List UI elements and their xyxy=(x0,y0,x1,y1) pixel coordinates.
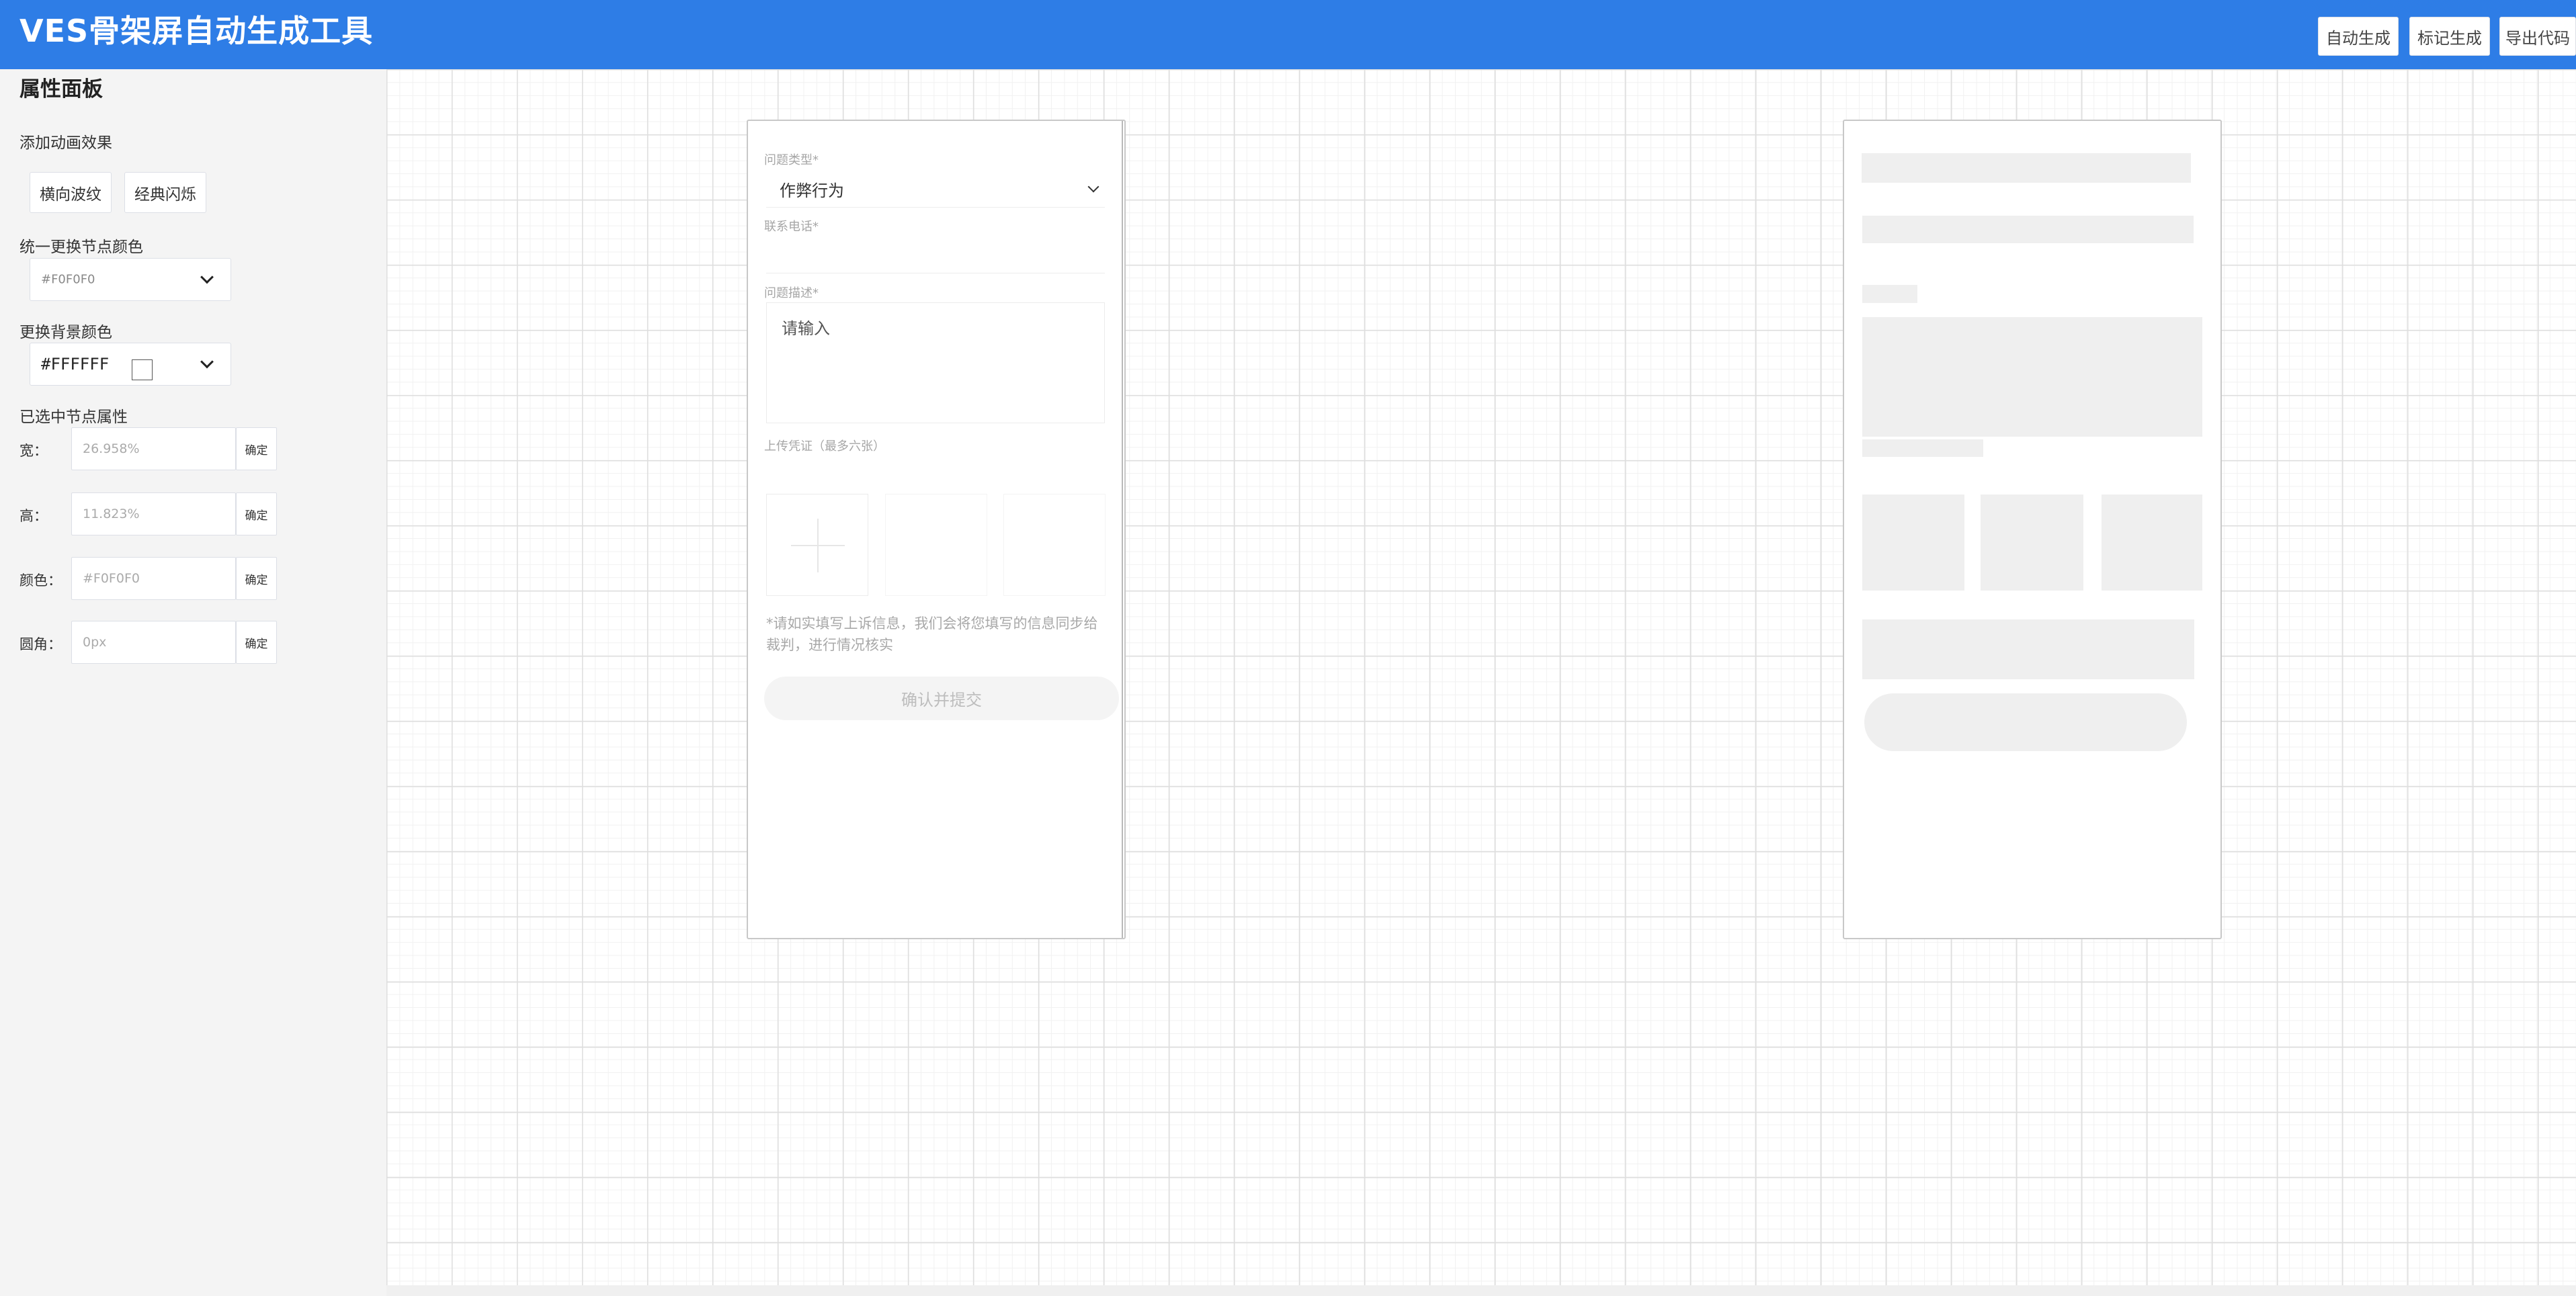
skeleton-block[interactable] xyxy=(1862,494,1964,591)
bg-color-select[interactable]: #FFFFFF xyxy=(30,343,231,386)
node-color-select[interactable]: #F0F0F0 xyxy=(30,258,231,301)
desc-placeholder: 请输入 xyxy=(782,319,830,338)
horizontal-ripple-button[interactable]: 横向波纹 xyxy=(30,172,112,213)
skeleton-block[interactable] xyxy=(1862,216,2194,243)
color-input[interactable]: #F0F0F0 xyxy=(71,557,236,600)
skeleton-block[interactable] xyxy=(1862,439,1983,457)
mark-generate-button[interactable]: 标记生成 xyxy=(2409,17,2490,56)
divider xyxy=(766,207,1105,208)
upload-label: 上传凭证（最多六张） xyxy=(764,439,885,453)
color-confirm-button[interactable]: 确定 xyxy=(236,557,277,600)
skeleton-block[interactable] xyxy=(1862,619,2194,679)
panel-title: 属性面板 xyxy=(19,77,103,101)
skeleton-block[interactable] xyxy=(1981,494,2083,591)
chevron-down-icon xyxy=(200,270,214,284)
color-value: #F0F0F0 xyxy=(83,571,140,586)
problem-type-label: 问题类型* xyxy=(764,153,819,167)
plus-icon xyxy=(817,519,819,572)
problem-type-select[interactable]: 作弊行为 xyxy=(780,177,844,201)
upload-add-button[interactable] xyxy=(766,494,868,596)
problem-desc-label: 问题描述* xyxy=(764,286,819,300)
submit-button[interactable]: 确认并提交 xyxy=(764,677,1119,720)
radius-value: 0px xyxy=(83,635,107,650)
skeleton-preview[interactable] xyxy=(1843,120,2222,939)
bg-color-label: 更换背景颜色 xyxy=(19,324,112,341)
node-color-label: 统一更换节点颜色 xyxy=(19,239,143,256)
auto-generate-button[interactable]: 自动生成 xyxy=(2318,17,2399,56)
bg-color-value: #FFFFFF xyxy=(41,355,110,374)
radius-input[interactable]: 0px xyxy=(71,621,236,664)
app-title: VES骨架屏自动生成工具 xyxy=(19,13,374,49)
skeleton-block[interactable] xyxy=(1862,153,2191,183)
color-swatch xyxy=(132,359,153,380)
property-panel: 属性面板 添加动画效果 横向波纹 经典闪烁 统一更换节点颜色 #F0F0F0 更… xyxy=(0,69,386,1296)
selected-node-label: 已选中节点属性 xyxy=(19,408,128,426)
export-code-button[interactable]: 导出代码 xyxy=(2499,17,2576,56)
source-page-frame: 问题类型* 作弊行为 联系电话* 问题描述* 请输入 上传凭证（最多六张） *请… xyxy=(748,121,1123,938)
width-value: 26.958% xyxy=(83,441,140,456)
chevron-down-icon xyxy=(1087,181,1099,193)
radius-confirm-button[interactable]: 确定 xyxy=(236,621,277,664)
node-color-value: #F0F0F0 xyxy=(41,272,95,287)
app-header: VES骨架屏自动生成工具 自动生成 标记生成 导出代码 xyxy=(0,0,2576,69)
upload-slot xyxy=(1003,494,1106,596)
skeleton-block[interactable] xyxy=(1862,285,1917,303)
height-value: 11.823% xyxy=(83,507,140,521)
animation-label: 添加动画效果 xyxy=(19,134,112,152)
radius-label: 圆角： xyxy=(19,636,62,652)
width-label: 宽： xyxy=(19,443,48,459)
skeleton-button-block[interactable] xyxy=(1864,693,2187,751)
width-input[interactable]: 26.958% xyxy=(71,427,236,470)
problem-desc-textarea[interactable]: 请输入 xyxy=(766,302,1105,423)
width-confirm-button[interactable]: 确定 xyxy=(236,427,277,470)
canvas-scrollbar[interactable] xyxy=(386,1285,2576,1296)
height-confirm-button[interactable]: 确定 xyxy=(236,492,277,535)
grid-canvas[interactable] xyxy=(386,69,2576,1285)
classic-flash-button[interactable]: 经典闪烁 xyxy=(124,172,206,213)
color-label: 颜色： xyxy=(19,572,62,589)
form-note: *请如实填写上诉信息，我们会将您填写的信息同步给裁判，进行情况核实 xyxy=(766,615,1098,653)
upload-slot xyxy=(885,494,987,596)
height-input[interactable]: 11.823% xyxy=(71,492,236,535)
chevron-down-icon xyxy=(200,355,214,369)
skeleton-block[interactable] xyxy=(1862,317,2202,437)
contact-phone-label: 联系电话* xyxy=(764,220,819,234)
source-page-preview[interactable]: 问题类型* 作弊行为 联系电话* 问题描述* 请输入 上传凭证（最多六张） *请… xyxy=(747,120,1126,939)
skeleton-block[interactable] xyxy=(2102,494,2202,591)
height-label: 高： xyxy=(19,508,48,524)
